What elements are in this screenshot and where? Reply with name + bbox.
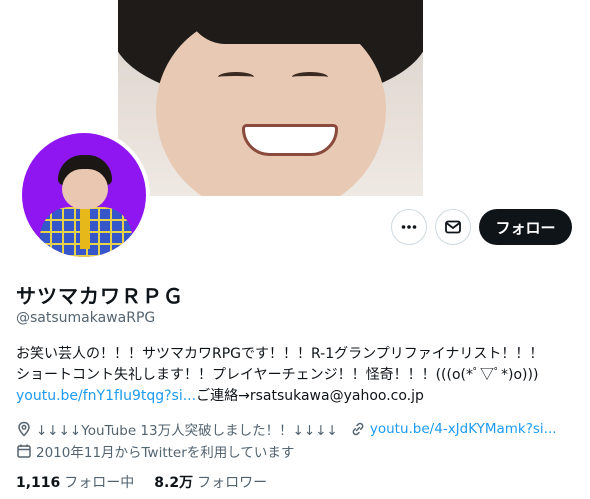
followers-label: フォロワー — [197, 475, 268, 491]
mail-icon — [445, 220, 461, 234]
more-button[interactable] — [391, 209, 427, 245]
website-item[interactable]: youtu.be/4-xJdKYMamk?si... — [350, 421, 557, 437]
location-item: ↓↓↓↓YouTube 13万人突破しました！！↓↓↓↓ — [16, 419, 338, 439]
following-link[interactable]: 1,116 フォロー中 — [16, 472, 134, 492]
message-button[interactable] — [435, 209, 471, 245]
bio-line: お笑い芸人の！！！サツマカワRPGです！！！R-1グランプリファイナリスト！！！ — [16, 346, 544, 362]
follow-counts: 1,116 フォロー中 8.2万 フォロワー — [16, 472, 287, 492]
calendar-icon — [17, 444, 31, 458]
follow-button[interactable]: フォロー — [479, 209, 572, 245]
followers-count: 8.2万 — [154, 475, 194, 491]
followers-link[interactable]: 8.2万 フォロワー — [154, 472, 267, 492]
profile-meta: ↓↓↓↓YouTube 13万人突破しました！！↓↓↓↓ youtu.be/4-… — [16, 418, 569, 462]
website-link[interactable]: youtu.be/4-xJdKYMamk?si... — [370, 421, 557, 437]
link-icon — [352, 422, 364, 436]
bio: お笑い芸人の！！！サツマカワRPGです！！！R-1グランプリファイナリスト！！！… — [16, 344, 576, 407]
bio-contact: ご連絡→rsatsukawa@yahoo.co.jp — [196, 388, 424, 404]
location-pin-icon — [18, 421, 30, 437]
joined-item: 2010年11月からTwitterを利用しています — [16, 441, 294, 461]
bio-link[interactable]: youtu.be/fnY1fIu9tqg?si... — [16, 388, 196, 404]
avatar[interactable] — [18, 129, 150, 261]
bio-line: ショートコント失礼します！！プレイヤーチェンジ！！怪奇！！！(((o(*ﾟ▽ﾟ*… — [16, 367, 539, 383]
following-label: フォロー中 — [64, 475, 135, 491]
display-name: サツマカワＲＰＧ — [16, 284, 184, 308]
more-icon — [401, 225, 417, 229]
following-count: 1,116 — [16, 475, 61, 491]
avatar-image — [22, 133, 146, 257]
location-text: ↓↓↓↓YouTube 13万人突破しました！！↓↓↓↓ — [36, 423, 338, 439]
joined-text: 2010年11月からTwitterを利用しています — [36, 445, 295, 461]
banner-image — [118, 0, 423, 196]
user-handle: @satsumakawaRPG — [16, 310, 156, 326]
